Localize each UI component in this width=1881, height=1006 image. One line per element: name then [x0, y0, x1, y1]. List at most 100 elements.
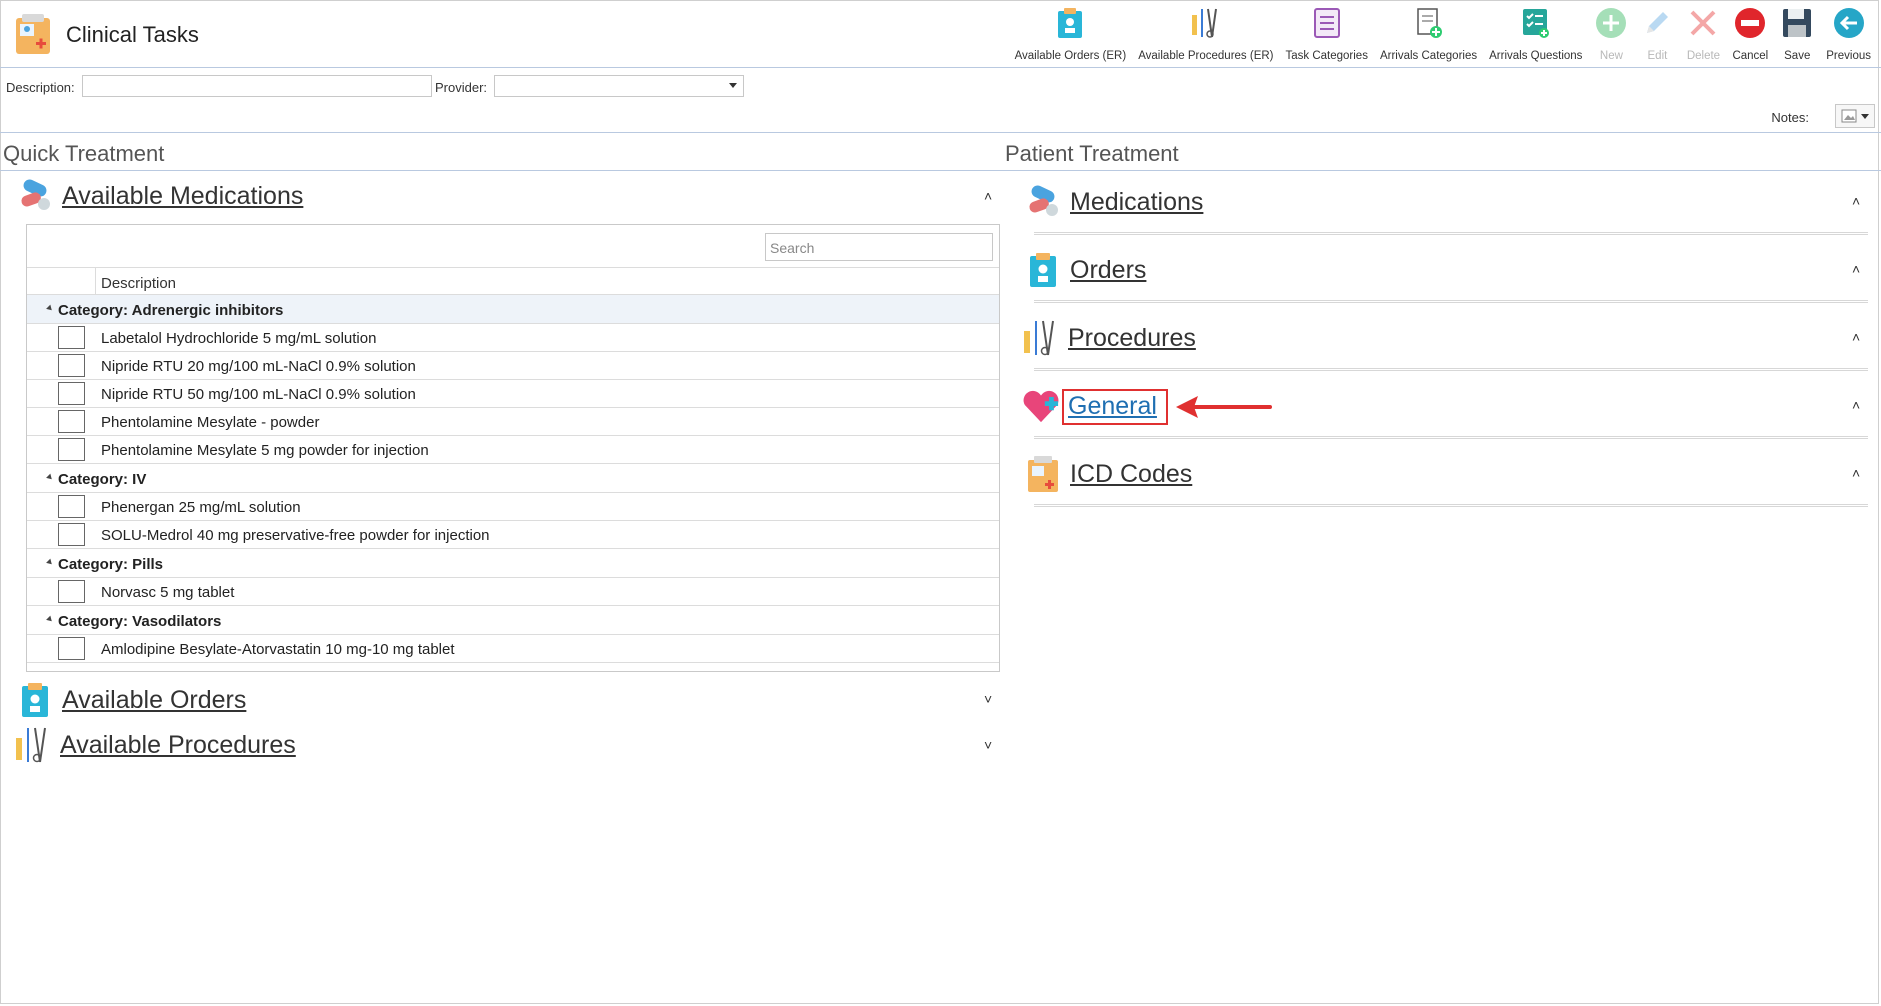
- description-column-header[interactable]: Description: [101, 275, 176, 292]
- table-row: Nipride RTU 50 mg/100 mL-NaCl 0.9% solut…: [27, 380, 999, 408]
- medication-name: Phenergan 25 mg/mL solution: [101, 499, 301, 516]
- cancel-button[interactable]: Cancel: [1726, 4, 1774, 64]
- description-label: Description:: [6, 80, 75, 95]
- page-title: Clinical Tasks: [66, 22, 199, 47]
- save-button[interactable]: Save: [1774, 4, 1820, 64]
- table-row: Labetalol Hydrochloride 5 mg/mL solution: [27, 324, 999, 352]
- table-row: Phentolamine Mesylate - powder: [27, 408, 999, 436]
- procedures-group: Procedures: [1022, 318, 1196, 358]
- arrivals-questions-button[interactable]: Arrivals Questions: [1483, 4, 1588, 64]
- no-entry-icon: [1735, 8, 1766, 38]
- description-input[interactable]: [82, 75, 432, 97]
- pills-icon: [21, 179, 50, 210]
- medications-grid: Search Description Category: Adrenergic …: [26, 224, 1000, 672]
- table-row: Norvasc 5 mg tablet: [27, 578, 999, 606]
- medications-link[interactable]: Medications: [1070, 188, 1203, 217]
- row-checkbox[interactable]: [58, 438, 85, 461]
- edit-button[interactable]: Edit: [1634, 4, 1680, 64]
- toolbar-label: Delete: [1686, 50, 1721, 62]
- expand-chevron-icon[interactable]: ˅: [984, 737, 992, 753]
- category-label: Category: IV: [58, 471, 147, 488]
- notes-label: Notes:: [1771, 110, 1809, 125]
- row-checkbox[interactable]: [58, 637, 85, 660]
- x-icon: [1691, 10, 1716, 36]
- divider: [0, 132, 1881, 133]
- category-row[interactable]: Category: Pills: [27, 549, 999, 578]
- notes-dropdown[interactable]: [1835, 104, 1875, 128]
- collapse-chevron-icon[interactable]: ˄: [1852, 329, 1860, 345]
- row-checkbox[interactable]: [58, 495, 85, 518]
- previous-button[interactable]: Previous: [1820, 4, 1877, 64]
- patient-treatment-title: Patient Treatment: [1005, 141, 1179, 166]
- delete-button[interactable]: Delete: [1680, 4, 1726, 64]
- collapse-chevron-icon[interactable]: ˄: [1852, 465, 1860, 481]
- row-checkbox[interactable]: [58, 326, 85, 349]
- row-checkbox[interactable]: [58, 354, 85, 377]
- toolbar-label: Cancel: [1732, 50, 1769, 62]
- divider: [0, 170, 1881, 171]
- task-categories-button[interactable]: Task Categories: [1280, 4, 1374, 64]
- collapse-chevron-icon[interactable]: ˄: [984, 188, 992, 204]
- plus-circle-icon: [1596, 8, 1627, 38]
- floppy-disk-icon: [1783, 9, 1812, 37]
- pills-icon: [1029, 185, 1058, 216]
- task-list-icon: [1313, 8, 1340, 38]
- section-divider: [1034, 368, 1868, 371]
- collapse-chevron-icon[interactable]: ˄: [1852, 193, 1860, 209]
- provider-label: Provider:: [435, 80, 488, 95]
- row-checkbox[interactable]: [58, 382, 85, 405]
- provider-dropdown[interactable]: [494, 75, 744, 97]
- category-row[interactable]: Category: Vasodilators: [27, 606, 999, 635]
- available-orders-er-button[interactable]: Available Orders (ER): [1009, 4, 1133, 64]
- table-row: Phenergan 25 mg/mL solution: [27, 493, 999, 521]
- section-divider: [1034, 504, 1868, 507]
- expand-triangle-icon[interactable]: [46, 304, 54, 313]
- icd-codes-link[interactable]: ICD Codes: [1070, 460, 1192, 489]
- expand-triangle-icon[interactable]: [46, 558, 54, 567]
- available-orders-group: Available Orders: [16, 680, 246, 720]
- grid-column-header: Description: [27, 267, 999, 295]
- row-checkbox[interactable]: [58, 523, 85, 546]
- available-procedures-er-button[interactable]: Available Procedures (ER): [1132, 4, 1279, 64]
- expand-triangle-icon[interactable]: [46, 615, 54, 624]
- arrivals-categories-button[interactable]: Arrivals Categories: [1374, 4, 1483, 64]
- category-row[interactable]: Category: IV: [27, 464, 999, 493]
- collapse-chevron-icon[interactable]: ˄: [1852, 261, 1860, 277]
- medication-name: Nipride RTU 50 mg/100 mL-NaCl 0.9% solut…: [101, 386, 416, 403]
- table-row: Phentolamine Mesylate 5 mg powder for in…: [27, 436, 999, 464]
- toolbar: Available Orders (ER) Available Procedur…: [1009, 4, 1877, 64]
- category-row[interactable]: Category: Adrenergic inhibitors: [27, 295, 999, 324]
- medical-folder-icon: [1028, 456, 1058, 492]
- toolbar-label: New: [1599, 50, 1623, 62]
- checklist-add-icon: [1522, 9, 1549, 38]
- toolbar-label: Available Orders (ER): [1014, 50, 1127, 62]
- toolbar-label: Edit: [1647, 50, 1668, 62]
- chevron-down-icon: [1861, 113, 1869, 119]
- highlight-box: [1062, 389, 1168, 425]
- surgical-instruments-icon: [1191, 8, 1217, 38]
- available-medications-link[interactable]: Available Medications: [62, 182, 303, 211]
- orders-clipboard-icon: [22, 683, 48, 717]
- expand-triangle-icon[interactable]: [46, 473, 54, 482]
- orders-clipboard-icon: [1058, 8, 1083, 38]
- section-divider: [1034, 300, 1868, 303]
- pencil-icon: [1647, 12, 1669, 33]
- chevron-down-icon: [729, 83, 737, 88]
- callout-arrow-icon: [1176, 396, 1272, 418]
- notes-image-icon: [1841, 109, 1857, 123]
- toolbar-label: Save: [1784, 50, 1811, 62]
- collapse-chevron-icon[interactable]: ˄: [1852, 397, 1860, 413]
- procedures-link[interactable]: Procedures: [1068, 324, 1196, 353]
- category-label: Category: Vasodilators: [58, 613, 222, 630]
- row-checkbox[interactable]: [58, 580, 85, 603]
- document-add-icon: [1416, 8, 1442, 38]
- search-input[interactable]: Search: [765, 233, 993, 261]
- toolbar-label: Arrivals Categories: [1379, 50, 1478, 62]
- available-orders-link[interactable]: Available Orders: [62, 686, 246, 715]
- expand-chevron-icon[interactable]: ˅: [984, 691, 992, 707]
- row-checkbox[interactable]: [58, 410, 85, 433]
- toolbar-label: Arrivals Questions: [1489, 50, 1583, 62]
- orders-link[interactable]: Orders: [1070, 256, 1146, 285]
- available-procedures-link[interactable]: Available Procedures: [60, 731, 296, 760]
- new-button[interactable]: New: [1588, 4, 1634, 64]
